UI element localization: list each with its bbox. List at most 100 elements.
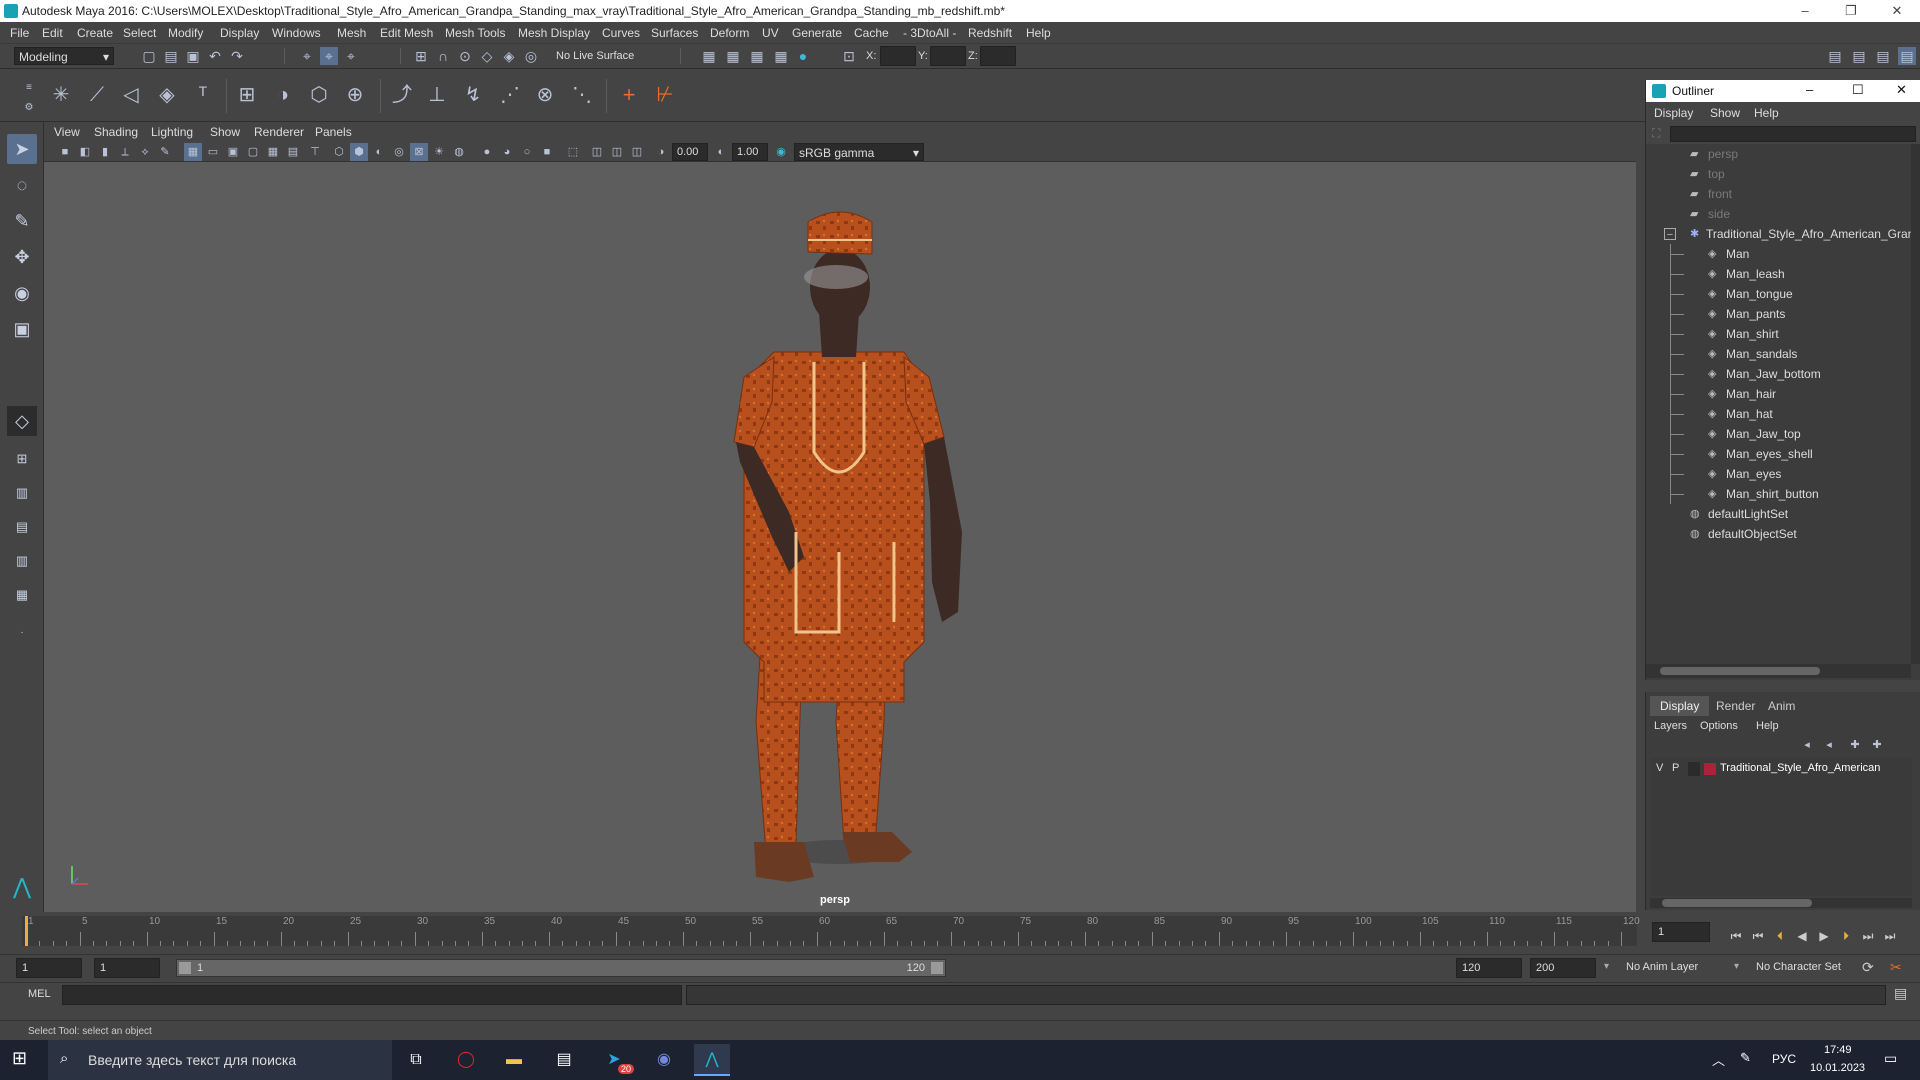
tab-anim[interactable]: Anim bbox=[1758, 696, 1805, 716]
tab-render[interactable]: Render bbox=[1706, 696, 1765, 716]
mode-dropdown[interactable]: Modeling ▾ bbox=[14, 47, 114, 65]
pencil-curve-shelf-icon[interactable]: ◁ bbox=[122, 85, 140, 105]
open-scene-icon[interactable]: ▤ bbox=[162, 47, 180, 65]
play-backward-icon[interactable]: ◀ bbox=[1794, 928, 1810, 944]
paint-weights-shelf-icon[interactable]: ⋱ bbox=[572, 85, 592, 105]
layer-menu-help[interactable]: Help bbox=[1756, 720, 1779, 732]
ipr-render-icon[interactable]: ▦ bbox=[748, 47, 766, 65]
animation-start-field[interactable]: 1 bbox=[16, 958, 82, 978]
new-layer-icon[interactable]: ✚ bbox=[1846, 736, 1864, 754]
exposure-icon[interactable]: ◑ bbox=[652, 143, 670, 161]
modeling-toolkit-icon[interactable]: ▤ bbox=[1826, 47, 1844, 65]
four-pane-layout-icon[interactable]: ⊞ bbox=[7, 444, 37, 474]
outliner-layout-icon[interactable]: ▤ bbox=[7, 512, 37, 542]
layer-color-swatch[interactable] bbox=[1704, 763, 1716, 775]
snap-plane-icon[interactable]: ◇ bbox=[478, 47, 496, 65]
collapse-icon[interactable]: − bbox=[1664, 228, 1676, 241]
isolate-select-icon[interactable]: ⬚ bbox=[564, 143, 582, 161]
layer-playback-toggle[interactable]: P bbox=[1672, 762, 1679, 774]
outliner-item-child[interactable]: ◈ Man bbox=[1646, 244, 1911, 264]
panel-menu-renderer[interactable]: Renderer bbox=[254, 125, 304, 139]
undo-icon[interactable]: ↶ bbox=[206, 47, 224, 65]
discord-icon[interactable]: ◉ bbox=[646, 1044, 682, 1076]
auto-key-icon[interactable]: ⟳ bbox=[1862, 959, 1874, 976]
bezier-shelf-icon[interactable]: ◈ bbox=[158, 85, 176, 105]
wireframe-on-shaded-icon[interactable]: ◐ bbox=[370, 143, 388, 161]
lasso-tool-icon[interactable]: ◌ bbox=[7, 170, 37, 200]
skin-shelf-icon[interactable]: ⊗ bbox=[536, 85, 554, 105]
go-to-start-icon[interactable]: ⏮ bbox=[1728, 928, 1744, 944]
file-explorer-icon[interactable]: ▬ bbox=[496, 1044, 532, 1076]
task-view-icon[interactable]: ⧉ bbox=[398, 1044, 434, 1076]
minimize-button[interactable]: – bbox=[1782, 0, 1828, 22]
single-pane-layout-icon[interactable]: ◇ bbox=[7, 406, 37, 436]
scrollbar-thumb[interactable] bbox=[1660, 667, 1820, 675]
snap-surface-icon[interactable]: ◈ bbox=[500, 47, 518, 65]
snap-live-icon[interactable]: ◎ bbox=[522, 47, 540, 65]
xray-components-icon[interactable]: ◫ bbox=[628, 143, 646, 161]
playback-end-field[interactable]: 120 bbox=[1456, 958, 1522, 978]
scrollbar-thumb[interactable] bbox=[1662, 899, 1812, 907]
dropdown-arrow-icon[interactable]: ▾ bbox=[1604, 961, 1609, 972]
outliner-item-child[interactable]: ◈ Man_pants bbox=[1646, 304, 1911, 324]
range-end-handle[interactable] bbox=[931, 962, 943, 974]
wireframe-icon[interactable]: ⬡ bbox=[330, 143, 348, 161]
outliner-close-button[interactable]: ✕ bbox=[1896, 82, 1907, 98]
live-surface-label[interactable]: No Live Surface bbox=[556, 50, 634, 62]
render-frame-icon[interactable]: ▦ bbox=[700, 47, 718, 65]
outliner-item-child[interactable]: ◈ Man_eyes_shell bbox=[1646, 444, 1911, 464]
filter-icon[interactable]: ⛶ bbox=[1652, 126, 1660, 141]
anim-layer-dropdown[interactable]: No Anim Layer bbox=[1626, 961, 1698, 973]
move-layer-up-icon[interactable]: ◂ bbox=[1798, 736, 1816, 754]
outliner-item-child[interactable]: ◈ Man_leash bbox=[1646, 264, 1911, 284]
windows-start-icon[interactable]: ⊞ bbox=[12, 1048, 27, 1069]
locator-shelf-icon[interactable]: ⊕ bbox=[346, 85, 364, 105]
move-tool-icon[interactable]: ✥ bbox=[7, 242, 37, 272]
outliner-menu-show[interactable]: Show bbox=[1710, 106, 1740, 120]
scale-tool-icon[interactable]: ▣ bbox=[7, 314, 37, 344]
tab-display[interactable]: Display bbox=[1650, 696, 1710, 716]
anti-aliasing-icon[interactable]: ○ bbox=[518, 143, 536, 161]
lattice-shelf-icon[interactable]: ⊞ bbox=[238, 85, 256, 105]
textured-icon[interactable]: ⊠ bbox=[410, 143, 428, 161]
outliner-item-default-light-set[interactable]: ◍ defaultLightSet bbox=[1646, 504, 1911, 524]
exposure-field[interactable]: 0.00 bbox=[672, 143, 708, 161]
outliner-item-child[interactable]: ◈ Man_hair bbox=[1646, 384, 1911, 404]
character-set-dropdown[interactable]: No Character Set bbox=[1756, 961, 1841, 973]
polygon-sphere-shelf-icon[interactable]: ✳ bbox=[52, 85, 70, 105]
time-ruler[interactable]: 1 5 10 15 20 25 30 35 40 45 50 55 60 65 70 75 80 85 90 95 10… bbox=[22, 916, 1640, 946]
select-hierarchy-icon[interactable]: ⌖ bbox=[298, 47, 316, 65]
menu-modify[interactable]: Modify bbox=[168, 26, 203, 40]
bend-shelf-icon[interactable]: ⤴ bbox=[392, 85, 412, 105]
cube-shelf-icon[interactable]: ⬡ bbox=[310, 85, 328, 105]
play-forward-icon[interactable]: ▶ bbox=[1816, 928, 1832, 944]
image-plane-icon[interactable]: ⟂ bbox=[116, 143, 134, 161]
render-settings-icon[interactable]: ▦ bbox=[772, 47, 790, 65]
close-button[interactable]: ✕ bbox=[1874, 0, 1920, 22]
xray-joints-icon[interactable]: ◫ bbox=[608, 143, 626, 161]
step-back-key-icon[interactable]: ⏮ bbox=[1750, 928, 1766, 944]
new-layer-selected-icon[interactable]: ✚ bbox=[1868, 736, 1886, 754]
shadows-icon[interactable]: ◍ bbox=[450, 143, 468, 161]
screen-space-ao-icon[interactable]: ● bbox=[478, 143, 496, 161]
camera-select-icon[interactable]: ■ bbox=[56, 143, 74, 161]
step-forward-key-icon[interactable]: ⏭ bbox=[1860, 928, 1876, 944]
select-tool-icon[interactable]: ➤ bbox=[7, 134, 37, 164]
clock-date[interactable]: 10.01.2023 bbox=[1810, 1062, 1865, 1074]
playback-start-field[interactable]: 1 bbox=[94, 958, 160, 978]
shelf-menu-icon[interactable]: ≡ bbox=[20, 79, 38, 97]
outliner-item-child[interactable]: ◈ Man_Jaw_bottom bbox=[1646, 364, 1911, 384]
menu-uv[interactable]: UV bbox=[762, 26, 779, 40]
panel-menu-lighting[interactable]: Lighting bbox=[151, 125, 193, 139]
transform-mode-icon[interactable]: ⊡ bbox=[840, 47, 858, 65]
outliner-item-default-object-set[interactable]: ◍ defaultObjectSet bbox=[1646, 524, 1911, 544]
constraint-aim-shelf-icon[interactable]: ⊬ bbox=[656, 85, 674, 105]
hypershade-icon[interactable]: ● bbox=[794, 47, 812, 65]
rotate-tool-icon[interactable]: ◉ bbox=[7, 278, 37, 308]
curve-tool-shelf-icon[interactable]: ⟋ bbox=[88, 85, 106, 105]
menu-display[interactable]: Display bbox=[220, 26, 259, 40]
panel-menu-show[interactable]: Show bbox=[210, 125, 240, 139]
outliner-horizontal-scrollbar[interactable] bbox=[1646, 664, 1911, 678]
maya-taskbar-icon[interactable]: ⋀ bbox=[694, 1044, 730, 1076]
grid-toggle-icon[interactable]: ▦ bbox=[184, 143, 202, 161]
